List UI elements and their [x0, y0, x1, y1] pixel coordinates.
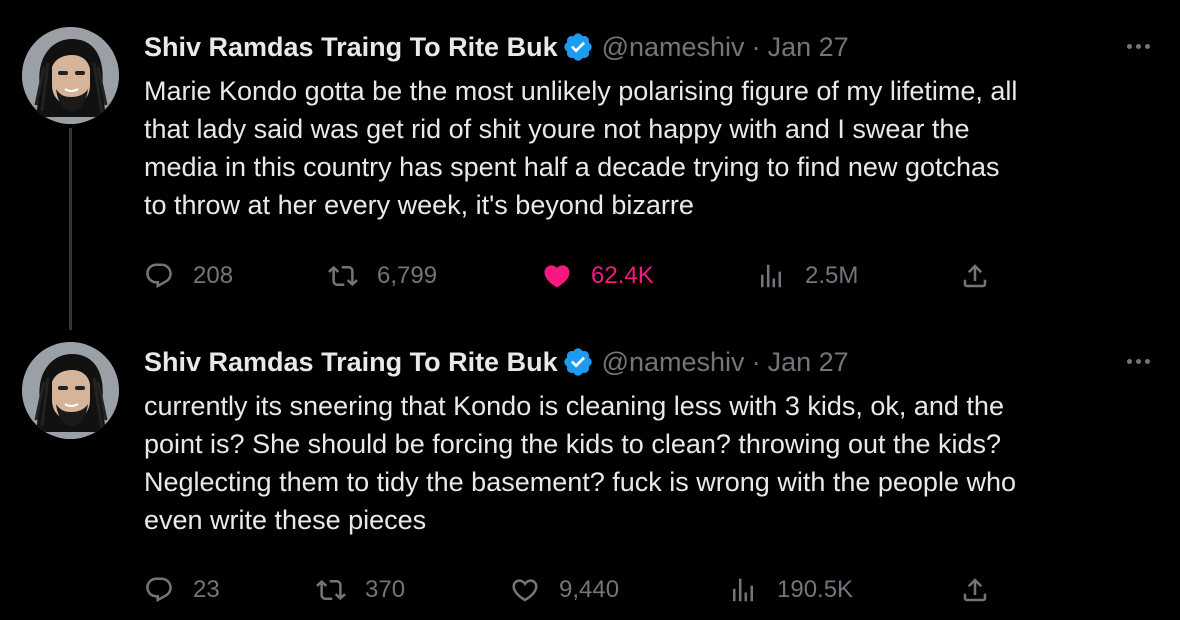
tweet-actions: 208 6,799 62.4K 2.5M [144, 258, 1024, 294]
header-separator: · [751, 346, 761, 377]
view-count: 190.5K [777, 576, 854, 603]
like-count: 62.4K [591, 262, 654, 289]
more-options-icon[interactable] [1118, 347, 1158, 375]
share-icon [963, 264, 987, 288]
share-icon [963, 578, 987, 602]
reply-count: 23 [193, 576, 220, 603]
retweet-icon [328, 265, 358, 287]
like-count: 9,440 [559, 576, 620, 603]
tweet-text-line: Neglecting them to tidy the basement? fu… [144, 467, 1016, 497]
view-count: 2.5M [805, 262, 859, 289]
avatar[interactable] [22, 27, 119, 124]
verified-badge-icon [562, 31, 594, 63]
author-name[interactable]: Shiv Ramdas Traing To Rite Buk [144, 32, 558, 63]
retweet-icon [316, 579, 346, 601]
verified-badge-icon [562, 346, 594, 378]
tweet-text-line: Marie Kondo gotta be the most unlikely p… [144, 76, 1018, 106]
tweet-text-line: currently its sneering that Kondo is cle… [144, 391, 1004, 421]
share-button[interactable] [960, 572, 990, 608]
tweet-text-line: that lady said was get rid of shit youre… [144, 114, 970, 144]
views-chart-icon [761, 264, 781, 288]
reply-count: 208 [193, 262, 234, 289]
views-chart-icon [733, 578, 753, 602]
author-handle[interactable]: @nameshiv [602, 32, 745, 63]
author-handle[interactable]: @nameshiv [602, 347, 745, 378]
tweet-date[interactable]: Jan 27 [768, 32, 849, 63]
tweet-actions: 23 370 9,440 190.5K [144, 572, 1024, 608]
tweet-header: Shiv Ramdas Traing To Rite Buk @nameshiv… [144, 344, 849, 380]
tweet-date[interactable]: Jan 27 [768, 347, 849, 378]
share-button[interactable] [960, 258, 990, 294]
tweet-text-line: point is? She should be forcing the kids… [144, 429, 1002, 459]
heart-icon [512, 579, 538, 602]
tweet-text-line: to throw at her every week, it's beyond … [144, 190, 694, 220]
tweet-text: currently its sneering that Kondo is cle… [144, 387, 1164, 539]
author-name[interactable]: Shiv Ramdas Traing To Rite Buk [144, 347, 558, 378]
avatar[interactable] [22, 342, 119, 439]
views-button[interactable]: 2.5M [756, 258, 858, 294]
tweet[interactable]: Shiv Ramdas Traing To Rite Buk @nameshiv… [0, 330, 1180, 620]
tweet-text-line: even write these pieces [144, 505, 427, 535]
tweet-header: Shiv Ramdas Traing To Rite Buk @nameshiv… [144, 29, 849, 65]
retweet-count: 6,799 [377, 262, 438, 289]
tweet-text-line: media in this country has spent half a d… [144, 152, 1000, 182]
like-button[interactable]: 9,440 [510, 572, 619, 608]
tweet-text: Marie Kondo gotta be the most unlikely p… [144, 72, 1164, 224]
reply-button[interactable]: 208 [144, 258, 233, 294]
more-options-icon[interactable] [1118, 32, 1158, 60]
like-button[interactable]: 62.4K [542, 258, 654, 294]
heart-icon [544, 265, 570, 288]
twitter-thread: Shiv Ramdas Traing To Rite Buk @nameshiv… [0, 0, 1180, 620]
retweet-button[interactable]: 6,799 [328, 258, 437, 294]
reply-button[interactable]: 23 [144, 572, 220, 608]
tweet[interactable]: Shiv Ramdas Traing To Rite Buk @nameshiv… [0, 0, 1180, 310]
reply-icon [146, 577, 172, 603]
retweet-count: 370 [365, 576, 406, 603]
header-separator: · [751, 31, 761, 62]
reply-icon [146, 263, 172, 289]
retweet-button[interactable]: 370 [316, 572, 405, 608]
views-button[interactable]: 190.5K [728, 572, 853, 608]
